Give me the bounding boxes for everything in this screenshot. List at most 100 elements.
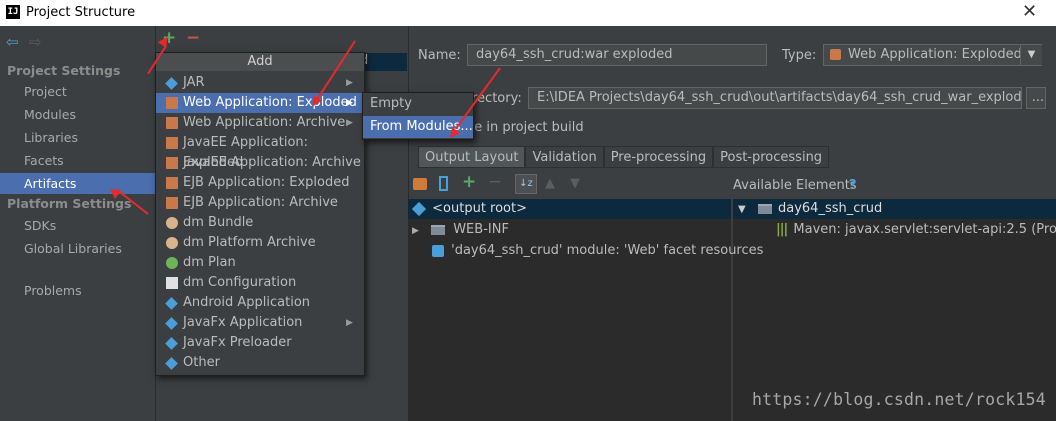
tree-row-facet-resources[interactable]: 'day64_ssh_crud' module: 'Web' facet res…: [432, 241, 763, 261]
dm-platform-icon: [166, 237, 178, 249]
watermark: https://blog.csdn.net/rock154: [752, 390, 1046, 409]
menu-item-ejb-archive[interactable]: EJB Application: Archive: [156, 193, 364, 213]
menu-item-dm-plan[interactable]: dm Plan: [156, 253, 364, 273]
tree-row-web-inf[interactable]: ▶ WEB-INF: [412, 220, 509, 240]
move-down-icon[interactable]: ▼: [570, 176, 580, 191]
web-inf-label: WEB-INF: [453, 222, 509, 237]
available-row-module[interactable]: ▼ day64_ssh_crud: [738, 199, 882, 219]
output-root-label: <output root>: [432, 201, 527, 216]
library-icon: |||: [776, 222, 788, 237]
window-title: Project Structure: [26, 5, 136, 20]
browse-button[interactable]: ...: [1026, 87, 1046, 109]
close-icon[interactable]: ✕: [1022, 1, 1037, 22]
tree-row-output-root[interactable]: <output root>: [411, 199, 527, 219]
menu-item-label: dm Bundle: [183, 215, 254, 230]
create-directory-icon[interactable]: [413, 178, 427, 190]
popup-title: Add: [156, 53, 364, 71]
help-icon[interactable]: ?: [849, 178, 857, 193]
ejb-archive-icon: [166, 197, 178, 209]
platform-settings-header: Platform Settings: [7, 196, 132, 211]
menu-item-label: JavaEE Application: Archive: [183, 155, 361, 170]
submenu-arrow-icon: ▶: [346, 318, 353, 328]
ejb-icon: [166, 177, 178, 189]
menu-item-web-application-exploded[interactable]: Web Application: Exploded ▶: [156, 93, 364, 113]
menu-item-dm-platform-archive[interactable]: dm Platform Archive: [156, 233, 364, 253]
submenu-item-empty[interactable]: Empty: [363, 93, 473, 115]
add-element-icon[interactable]: +: [462, 172, 476, 192]
submenu-arrow-icon: ▶: [346, 78, 353, 88]
nav-item-libraries[interactable]: Libraries: [24, 130, 78, 145]
submenu-item-label: Empty: [370, 96, 412, 111]
nav-item-problems[interactable]: Problems: [24, 283, 82, 298]
output-root-icon: [411, 201, 427, 216]
submenu-arrow-icon: ▶: [346, 118, 353, 128]
menu-item-label: dm Configuration: [183, 275, 297, 290]
move-up-icon[interactable]: ▲: [545, 176, 555, 191]
name-field[interactable]: day64_ssh_crud:war exploded: [467, 44, 767, 66]
nav-item-artifacts-label: Artifacts: [24, 176, 77, 191]
back-arrow-icon[interactable]: ⇦: [6, 33, 19, 51]
module-folder-icon: [757, 203, 772, 214]
intellij-logo-icon: IJ: [6, 5, 20, 19]
jar-icon: [165, 77, 178, 90]
remove-element-icon[interactable]: −: [488, 172, 502, 192]
available-library-label: Maven: javax.servlet:servlet-api:2.5 (Pr…: [793, 222, 1056, 237]
collapse-arrow-icon[interactable]: ▼: [738, 204, 746, 215]
tab-post-processing[interactable]: Post-processing: [713, 146, 830, 168]
nav-item-project[interactable]: Project: [24, 84, 67, 99]
tree-divider[interactable]: [731, 199, 733, 421]
web-application-icon: [166, 97, 178, 109]
menu-item-label: EJB Application: Archive: [183, 195, 338, 210]
folder-icon: [431, 224, 446, 235]
nav-item-global-libraries[interactable]: Global Libraries: [24, 241, 122, 256]
menu-item-label: Android Application: [183, 295, 311, 310]
nav-item-modules[interactable]: Modules: [24, 107, 76, 122]
menu-item-web-application-archive[interactable]: Web Application: Archive ▶: [156, 113, 364, 133]
menu-item-label: dm Platform Archive: [183, 235, 316, 250]
javafx-preloader-icon: [165, 337, 178, 350]
menu-item-label: dm Plan: [183, 255, 236, 270]
expand-arrow-icon[interactable]: ▶: [412, 226, 419, 236]
add-artifact-popup: Add JAR ▶ Web Application: Exploded ▶ We…: [155, 52, 365, 376]
menu-item-dm-configuration[interactable]: dm Configuration: [156, 273, 364, 293]
javaee-archive-icon: [166, 157, 178, 169]
forward-arrow-icon[interactable]: ⇨: [29, 33, 42, 51]
output-directory-field[interactable]: E:\IDEA Projects\day64_ssh_crud\out\arti…: [528, 87, 1022, 109]
tab-output-layout[interactable]: Output Layout: [418, 146, 526, 168]
nav-item-artifacts-selected[interactable]: Artifacts: [0, 173, 155, 194]
menu-item-ejb-exploded[interactable]: EJB Application: Exploded: [156, 173, 364, 193]
menu-item-label: JavaFx Application: [183, 315, 303, 330]
available-module-label: day64_ssh_crud: [777, 201, 883, 216]
menu-item-label: Other: [183, 355, 220, 370]
tab-pre-processing[interactable]: Pre-processing: [603, 146, 714, 168]
nav-item-facets[interactable]: Facets: [24, 153, 64, 168]
name-label: Name:: [418, 48, 461, 63]
create-archive-icon[interactable]: [439, 176, 448, 191]
menu-item-other[interactable]: Other: [156, 353, 364, 373]
project-settings-header: Project Settings: [7, 63, 121, 78]
menu-item-dm-bundle[interactable]: dm Bundle: [156, 213, 364, 233]
nav-item-sdks[interactable]: SDKs: [24, 218, 56, 233]
web-archive-menu-icon: [166, 117, 178, 129]
dm-plan-icon: [166, 257, 178, 269]
chevron-down-icon[interactable]: ▼: [1020, 45, 1042, 65]
facet-resources-icon: [432, 244, 444, 257]
sort-elements-icon[interactable]: ↓z: [515, 174, 537, 194]
tab-validation[interactable]: Validation: [525, 146, 604, 168]
javaee-icon: [166, 137, 178, 149]
menu-item-android-application[interactable]: Android Application: [156, 293, 364, 313]
menu-item-javafx-application[interactable]: JavaFx Application ▶: [156, 313, 364, 333]
left-settings-panel: ⇦ ⇨ Project Settings Project Modules Lib…: [0, 26, 155, 421]
menu-item-javafx-preloader[interactable]: JavaFx Preloader: [156, 333, 364, 353]
type-dropdown[interactable]: Web Application: Exploded: [823, 44, 1042, 66]
include-in-build-label: de in project build: [466, 120, 584, 135]
remove-artifact-icon[interactable]: −: [186, 28, 200, 48]
submenu-arrow-icon: ▶: [346, 98, 353, 108]
menu-item-javaee-archive[interactable]: JavaEE Application: Archive: [156, 153, 364, 173]
available-elements-label: Available Elements: [733, 178, 857, 193]
menu-item-label: EJB Application: Exploded: [183, 175, 350, 190]
title-bar: IJ Project Structure ✕: [0, 0, 1056, 26]
available-row-library[interactable]: ||| Maven: javax.servlet:servlet-api:2.5…: [776, 220, 1056, 240]
menu-item-javaee-exploded[interactable]: JavaEE Application: Exploded: [156, 133, 364, 170]
layout-tabs: Output Layout Validation Pre-processing …: [418, 146, 830, 168]
